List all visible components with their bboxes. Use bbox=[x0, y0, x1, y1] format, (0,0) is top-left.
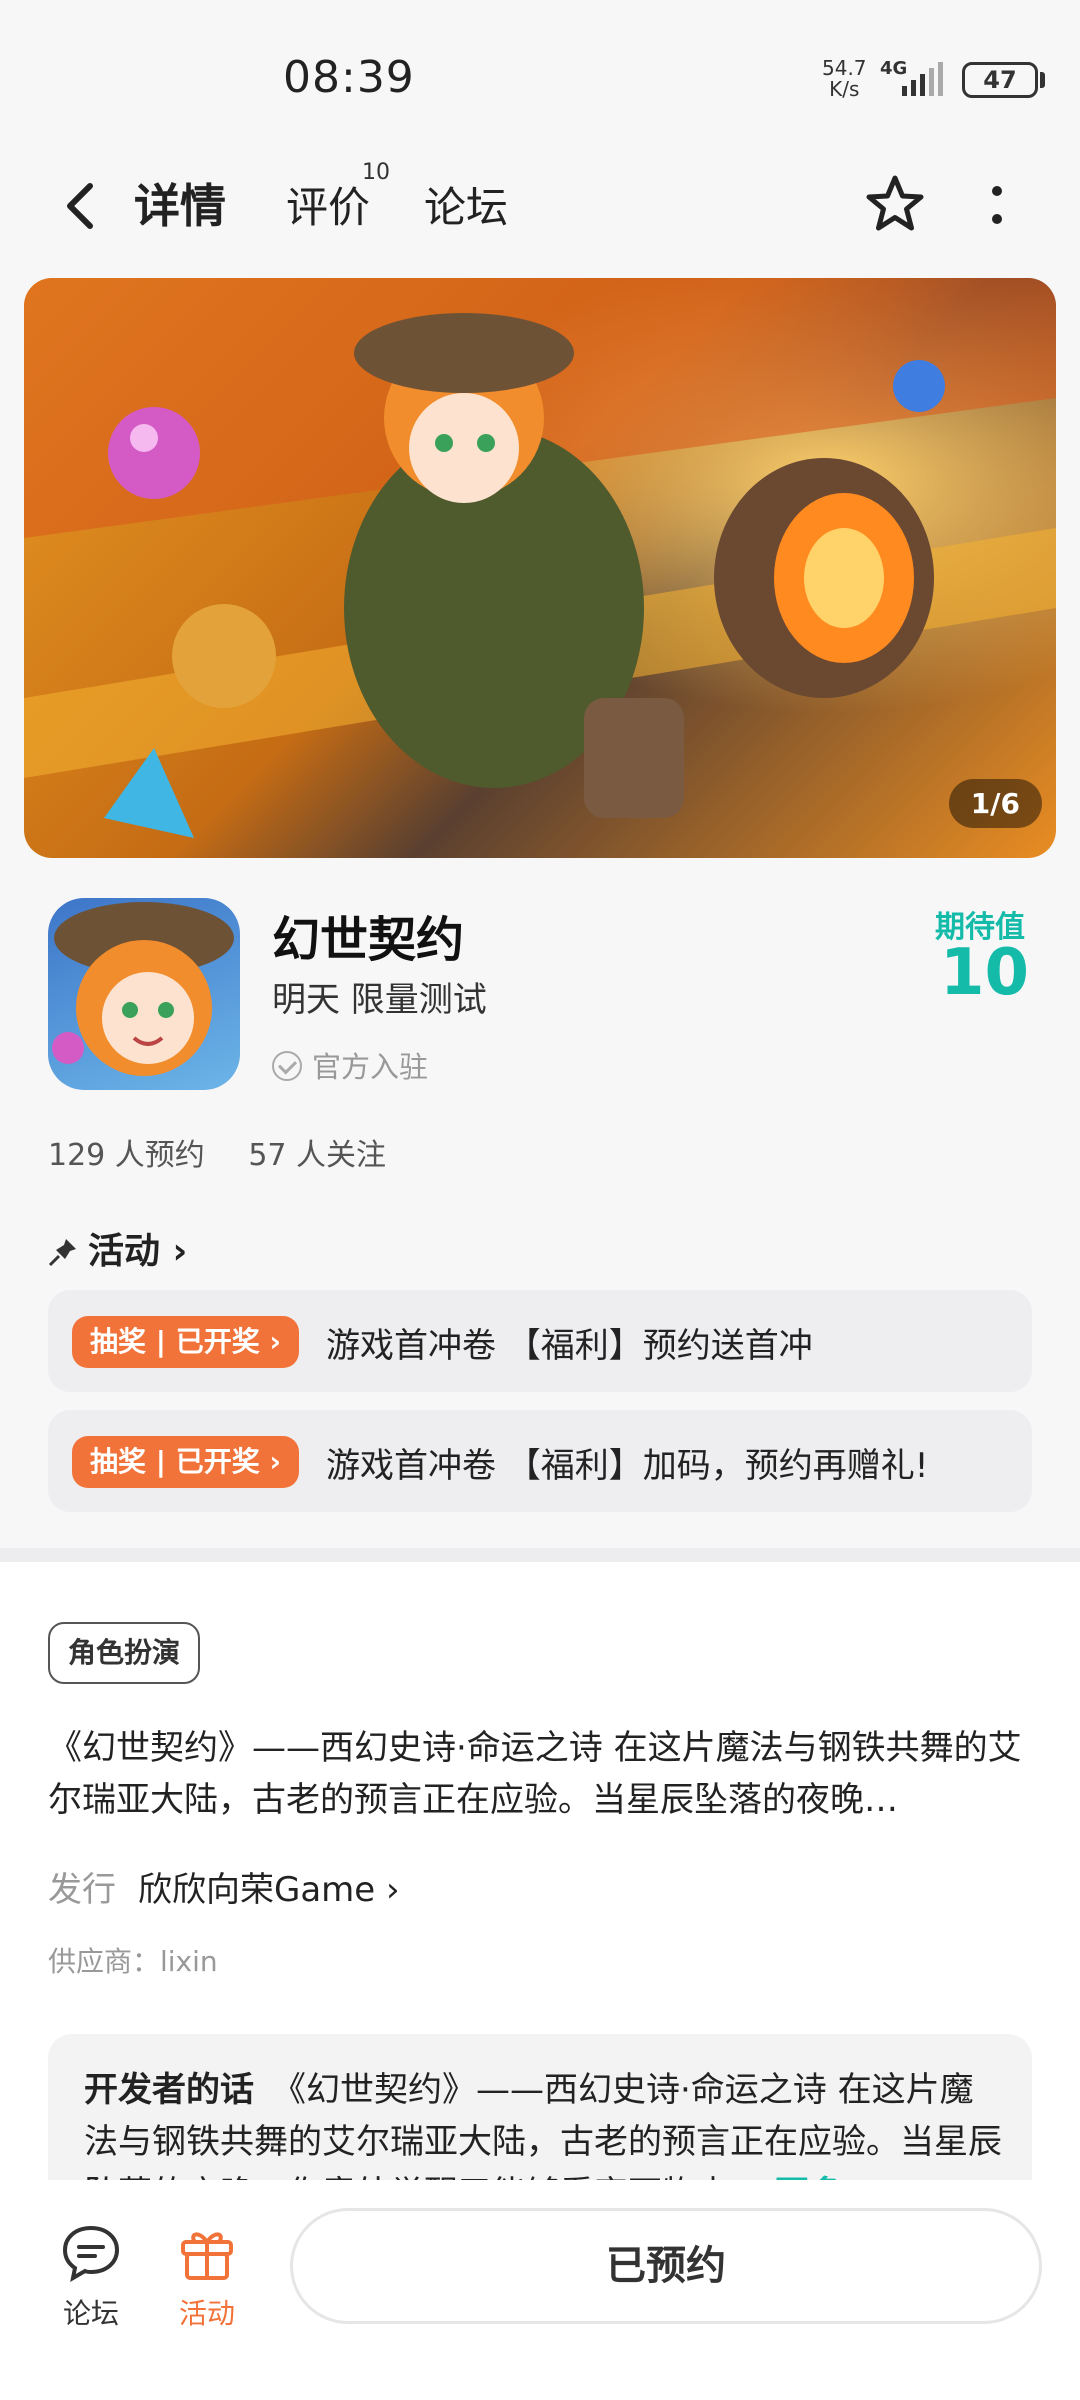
pin-icon bbox=[48, 1239, 76, 1267]
back-arrow-icon[interactable] bbox=[52, 176, 112, 236]
activity-item[interactable]: 抽奖 | 已开奖 › 游戏首冲卷 【福利】预约送首冲 bbox=[48, 1290, 1032, 1392]
banner-carousel[interactable]: 1/6 bbox=[24, 278, 1056, 858]
game-icon bbox=[48, 898, 240, 1090]
activity-text: 游戏首冲卷 【福利】预约送首冲 bbox=[326, 1326, 813, 1366]
tab-review[interactable]: 评价 10 bbox=[286, 160, 390, 235]
status-time: 08:39 bbox=[283, 52, 415, 103]
reserved-button[interactable]: 已预约 bbox=[290, 2208, 1042, 2324]
nav-forum[interactable]: 论坛 bbox=[46, 2220, 136, 2332]
reservation-count: 129 人预约 bbox=[48, 1138, 205, 1173]
lottery-badge: 抽奖 | 已开奖 › bbox=[72, 1436, 300, 1488]
section-divider bbox=[0, 1548, 1080, 1562]
publisher-link[interactable]: 发行 欣欣向荣Game › bbox=[48, 1862, 400, 1911]
expectation-value: 10 bbox=[940, 936, 1030, 1010]
activity-item[interactable]: 抽奖 | 已开奖 › 游戏首冲卷 【福利】加码，预约再赠礼! bbox=[48, 1410, 1032, 1512]
more-options-icon[interactable] bbox=[972, 172, 1022, 238]
activities-heading[interactable]: 活动 › bbox=[48, 1222, 187, 1274]
signal-icon bbox=[902, 62, 943, 96]
tab-forum[interactable]: 论坛 bbox=[424, 174, 508, 235]
review-count: 10 bbox=[362, 160, 390, 185]
battery-icon: 47 bbox=[962, 62, 1038, 98]
forum-chat-icon bbox=[62, 2225, 120, 2282]
star-icon[interactable] bbox=[862, 172, 928, 238]
activity-text: 游戏首冲卷 【福利】加码，预约再赠礼! bbox=[326, 1446, 929, 1486]
bottom-bar: 论坛 活动 已预约 bbox=[0, 2180, 1080, 2400]
banner-illustration bbox=[24, 278, 1056, 858]
gift-icon bbox=[181, 2232, 233, 2280]
game-stats: 129 人预约 57 人关注 bbox=[48, 1130, 420, 1174]
game-title: 幻世契约 bbox=[272, 912, 465, 968]
nav-activity[interactable]: 活动 bbox=[162, 2220, 252, 2332]
official-badge: 官方入驻 bbox=[272, 1044, 428, 1086]
game-test-info: 明天 限量测试 bbox=[272, 980, 487, 1020]
follower-count: 57 人关注 bbox=[248, 1138, 387, 1173]
developer-note-label: 开发者的话 bbox=[84, 2070, 254, 2110]
banner-page-counter: 1/6 bbox=[948, 779, 1042, 828]
game-description[interactable]: 《幻世契约》——西幻史诗·命运之诗 在这片魔法与钢铁共舞的艾尔瑞亚大陆，古老的预… bbox=[48, 1722, 1032, 1826]
supplier-info: 供应商：lixin bbox=[48, 1945, 218, 1978]
battery-cap bbox=[1040, 72, 1045, 88]
chevron-right-icon: › bbox=[160, 1231, 188, 1272]
genre-tag[interactable]: 角色扮演 bbox=[48, 1622, 201, 1684]
tab-detail[interactable]: 详情 bbox=[130, 170, 230, 236]
network-speed: 54.7 K/s bbox=[822, 56, 867, 101]
verified-check-icon bbox=[272, 1051, 302, 1081]
lottery-badge: 抽奖 | 已开奖 › bbox=[72, 1316, 300, 1368]
top-nav: 详情 评价 10 论坛 bbox=[0, 150, 1080, 270]
status-bar: 08:39 54.7 K/s 4G 47 bbox=[0, 0, 1080, 150]
